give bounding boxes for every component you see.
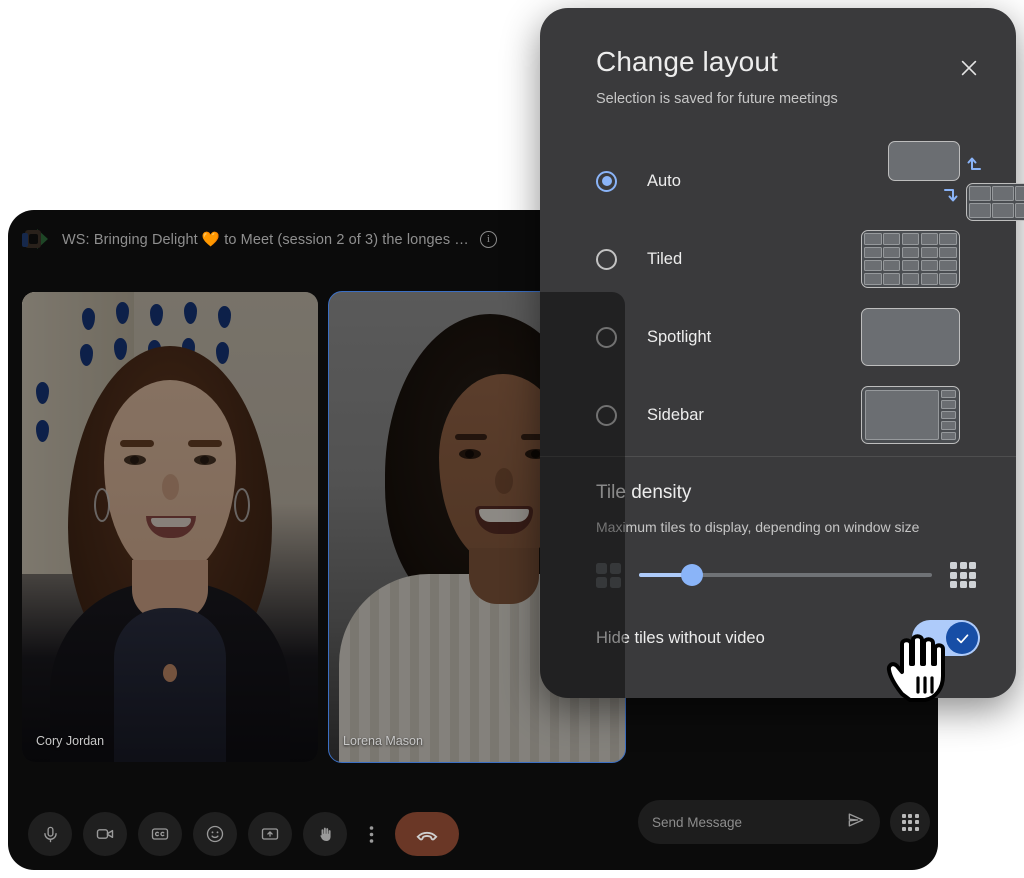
leave-call-button[interactable] [395,812,459,856]
camera-icon [96,829,114,839]
info-icon[interactable]: i [479,230,497,248]
hide-tiles-row: Hide tiles without video [596,620,980,656]
panel-title: Change layout [596,46,778,77]
emoji-smile-icon [206,825,224,843]
heart-emoji-icon: 🧡 [201,231,221,248]
arrow-up-icon [966,152,984,177]
video-tile-lorena-mason[interactable]: Lorena Mason [328,291,626,763]
tile-name-label: Lorena Mason [343,734,423,748]
apps-grid-button[interactable] [890,802,930,842]
toggle-knob [946,622,978,654]
layout-option-auto[interactable]: Auto [596,141,1024,221]
google-meet-logo-icon [22,227,48,251]
slider-thumb[interactable] [680,564,703,586]
layout-option-label: Sidebar [647,405,704,424]
spotlight-layout-thumbnail [861,308,960,366]
tile-density-slider-row [596,558,976,592]
message-row: Send Message [638,800,930,844]
tile-density-slider[interactable] [639,564,932,586]
meeting-title-text: WS: Bringing Delight [62,231,198,248]
video-tile-cory-jordan[interactable]: Cory Jordan [22,292,318,762]
present-screen-button[interactable] [248,812,292,856]
microphone-button[interactable] [28,812,72,856]
present-screen-icon [261,828,279,840]
layout-option-label: Tiled [647,249,683,268]
hang-up-icon [416,831,438,841]
close-icon [961,60,977,76]
apps-grid-icon [901,813,919,831]
raise-hand-button[interactable] [303,812,347,856]
many-tiles-icon [950,562,976,588]
hide-tiles-label: Hide tiles without video [596,628,765,647]
video-tile-grid: Cory Jordan Lorena Mason [22,291,626,763]
sidebar-layout-thumbnail [861,386,960,444]
layout-option-spotlight[interactable]: Spotlight [596,298,988,376]
send-message-input[interactable]: Send Message [638,800,880,844]
tile-name-label: Cory Jordan [36,734,105,748]
close-button[interactable] [954,53,984,83]
reactions-button[interactable] [193,812,237,856]
hide-tiles-toggle[interactable] [912,620,980,656]
more-options-button[interactable] [358,812,384,856]
radio-auto[interactable] [596,170,617,192]
radio-tiled[interactable] [596,248,617,270]
layout-option-sidebar[interactable]: Sidebar [596,376,988,454]
closed-caption-icon [151,828,169,840]
more-vertical-icon [369,825,373,843]
layout-option-tiled[interactable]: Tiled [596,220,988,298]
layout-option-label: Auto [647,171,681,190]
arrow-down-icon [941,187,959,212]
layout-options-list: Auto Tiled Spotlight Sidebar [596,141,1024,454]
send-icon[interactable] [846,810,866,835]
tiled-layout-thumbnail [861,230,960,288]
panel-subtitle: Selection is saved for future meetings [596,91,838,107]
camera-button[interactable] [83,812,127,856]
layout-option-label: Spotlight [647,327,712,346]
screenshot-root: WS: Bringing Delight 🧡 to Meet (session … [0,0,1024,878]
microphone-icon [43,826,57,842]
raised-hand-icon [319,827,331,841]
tile-density-subtitle: Maximum tiles to display, depending on w… [596,519,920,535]
send-message-placeholder: Send Message [652,814,743,830]
call-controls-toolbar [28,812,459,856]
meeting-title: WS: Bringing Delight 🧡 to Meet (session … [62,231,469,248]
captions-button[interactable] [138,812,182,856]
meeting-title-text-cont: to Meet (session 2 of 3) the longes … [224,231,469,248]
checkmark-icon [956,633,968,643]
